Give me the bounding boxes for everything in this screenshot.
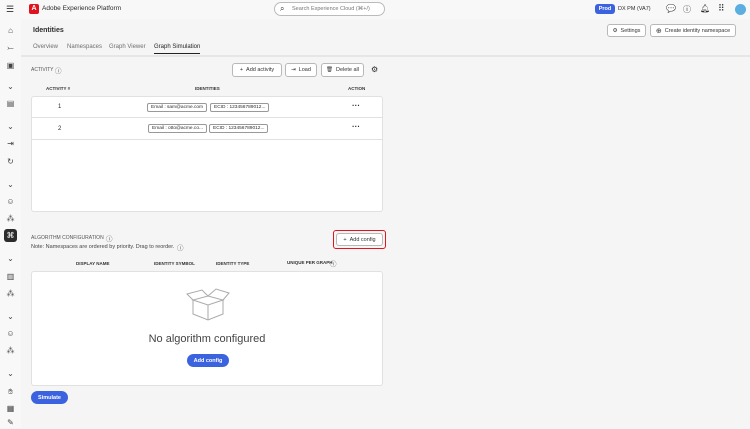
- bell-icon[interactable]: 🔔︎: [700, 4, 710, 13]
- algorithm-label: ALGORITHM CONFIGURATION: [31, 235, 104, 241]
- column-header-activity: ACTIVITY #: [46, 86, 71, 91]
- table-row[interactable]: 2 Email : otto@acme.co... ECID : 1234567…: [32, 118, 382, 140]
- column-header-identity-type: IDENTITY TYPE: [216, 261, 250, 266]
- add-config-label: Add config: [349, 236, 376, 243]
- info-icon[interactable]: ⓘ: [330, 258, 337, 268]
- load-label: Load: [298, 67, 311, 73]
- table-row[interactable]: 1 Email : sam@acme.com ECID : 1234567890…: [32, 97, 382, 118]
- identity-chip[interactable]: ECID : 123456789012...: [210, 103, 270, 112]
- info-icon[interactable]: ⓘ: [106, 233, 113, 243]
- org-switcher[interactable]: DX PM (VA7): [618, 6, 651, 12]
- menu-icon[interactable]: ☰: [6, 4, 14, 15]
- trash-icon: 🗑︎: [326, 67, 334, 73]
- profile-icon[interactable]: ☺: [4, 195, 17, 208]
- adobe-logo-icon: A: [29, 4, 39, 14]
- search-placeholder: Search Experience Cloud (⌘+/): [292, 6, 370, 12]
- chevron-down-icon[interactable]: ⌄: [4, 80, 17, 93]
- activity-number: 1: [58, 104, 62, 110]
- chevron-down-icon[interactable]: ⌄: [4, 310, 17, 323]
- audiences-icon[interactable]: ⁂: [4, 287, 17, 300]
- top-bar: ☰ A Adobe Experience Platform ⌕ Search E…: [0, 0, 750, 19]
- catalog-icon[interactable]: ▤: [4, 97, 17, 110]
- chevron-down-icon[interactable]: ⌄: [4, 252, 17, 265]
- destinations-icon[interactable]: ↻: [4, 155, 17, 168]
- activity-number: 2: [58, 126, 62, 132]
- add-activity-label: Add activity: [246, 67, 275, 73]
- gear-icon[interactable]: ⚙: [371, 65, 378, 74]
- env-badge[interactable]: Prod: [595, 4, 615, 14]
- create-identity-namespace-button[interactable]: ⊕ Create identity namespace: [650, 24, 736, 37]
- activity-table: 1 Email : sam@acme.com ECID : 1234567890…: [31, 96, 383, 212]
- info-icon[interactable]: ⓘ: [55, 65, 62, 75]
- tab-namespaces[interactable]: Namespaces: [67, 44, 102, 50]
- page-title: Identities: [33, 27, 64, 34]
- activity-label: ACTIVITY: [31, 67, 54, 73]
- home-icon[interactable]: ⌂: [4, 24, 17, 37]
- algorithm-empty-panel: No algorithm configured Add config: [31, 271, 383, 386]
- chevron-down-icon[interactable]: ⌄: [4, 120, 17, 133]
- column-header-display-name: DISPLAY NAME: [76, 261, 110, 266]
- feedback-icon[interactable]: 💬: [666, 4, 676, 13]
- delete-all-button[interactable]: 🗑︎ Delete all: [321, 63, 364, 77]
- empty-state-message: No algorithm configured: [148, 333, 266, 345]
- empty-box-icon: [186, 288, 230, 321]
- avatar[interactable]: [735, 4, 746, 15]
- import-icon: ⇥: [291, 67, 296, 73]
- delete-all-label: Delete all: [336, 67, 359, 73]
- tabs-divider: [21, 55, 750, 57]
- tab-overview[interactable]: Overview: [33, 44, 58, 50]
- app-title: Adobe Experience Platform: [42, 5, 122, 12]
- group-icon[interactable]: ⁂: [4, 344, 17, 357]
- edit-icon[interactable]: ✎: [4, 416, 17, 429]
- create-label: Create identity namespace: [664, 27, 731, 34]
- identities-icon[interactable]: ⌘: [4, 229, 17, 242]
- gear-icon: ⚙: [612, 27, 618, 34]
- table-icon[interactable]: ▦: [4, 402, 17, 415]
- segments-icon[interactable]: ⁂: [4, 212, 17, 225]
- settings-button[interactable]: ⚙ Settings: [607, 24, 646, 37]
- plus-icon: +: [239, 67, 244, 73]
- chevron-down-icon[interactable]: ⌄: [4, 178, 17, 191]
- algorithm-note: Note: Namespaces are ordered by priority…: [31, 244, 175, 250]
- tab-graph-viewer[interactable]: Graph Viewer: [109, 44, 146, 50]
- column-header-identities: IDENTITIES: [195, 86, 220, 91]
- journey-icon[interactable]: ⤚: [4, 41, 17, 54]
- sources-icon[interactable]: ⇥: [4, 137, 17, 150]
- info-icon[interactable]: ⓘ: [177, 242, 184, 252]
- help-icon[interactable]: ⓘ: [683, 4, 691, 15]
- more-actions-icon[interactable]: ···: [352, 101, 360, 110]
- load-button[interactable]: ⇥ Load: [285, 63, 317, 77]
- identity-chip[interactable]: ECID : 123456789012...: [209, 124, 269, 133]
- add-activity-button[interactable]: + Add activity: [232, 63, 282, 77]
- identity-chip[interactable]: Email : sam@acme.com: [147, 103, 208, 112]
- add-config-button[interactable]: + Add config: [336, 233, 383, 246]
- search-icon: ⌕: [280, 4, 285, 13]
- column-header-identity-symbol: IDENTITY SYMBOL: [154, 261, 195, 266]
- sidebar: ⌂ ⤚ ▣ ⌄ ▤ ⌄ ⇥ ↻ ⌄ ☺ ⁂ ⌘ ⌄ ▥ ⁂ ⌄ ☺ ⁂ ⌄ ✋︎…: [0, 19, 21, 428]
- settings-label: Settings: [620, 27, 641, 34]
- dashboard-icon[interactable]: ▣: [4, 59, 17, 72]
- column-header-unique-per-graph: UNIQUE PER GRAPH: [287, 260, 333, 265]
- column-header-action: ACTION: [348, 86, 366, 91]
- add-circle-icon: ⊕: [655, 27, 662, 35]
- analytics-icon[interactable]: ▥: [4, 270, 17, 283]
- simulate-button[interactable]: Simulate: [31, 391, 68, 404]
- more-actions-icon[interactable]: ···: [352, 122, 360, 131]
- identity-chip[interactable]: Email : otto@acme.co...: [148, 124, 207, 133]
- user-icon[interactable]: ☺: [4, 327, 17, 340]
- search-input[interactable]: ⌕ Search Experience Cloud (⌘+/): [274, 2, 385, 16]
- tab-graph-simulation[interactable]: Graph Simulation: [154, 44, 201, 54]
- plus-icon: +: [343, 236, 347, 243]
- add-config-primary-button[interactable]: Add config: [187, 354, 229, 367]
- apps-grid-icon[interactable]: ⠿: [718, 3, 725, 14]
- chevron-down-icon[interactable]: ⌄: [4, 367, 17, 380]
- privacy-icon[interactable]: ✋︎: [4, 385, 17, 398]
